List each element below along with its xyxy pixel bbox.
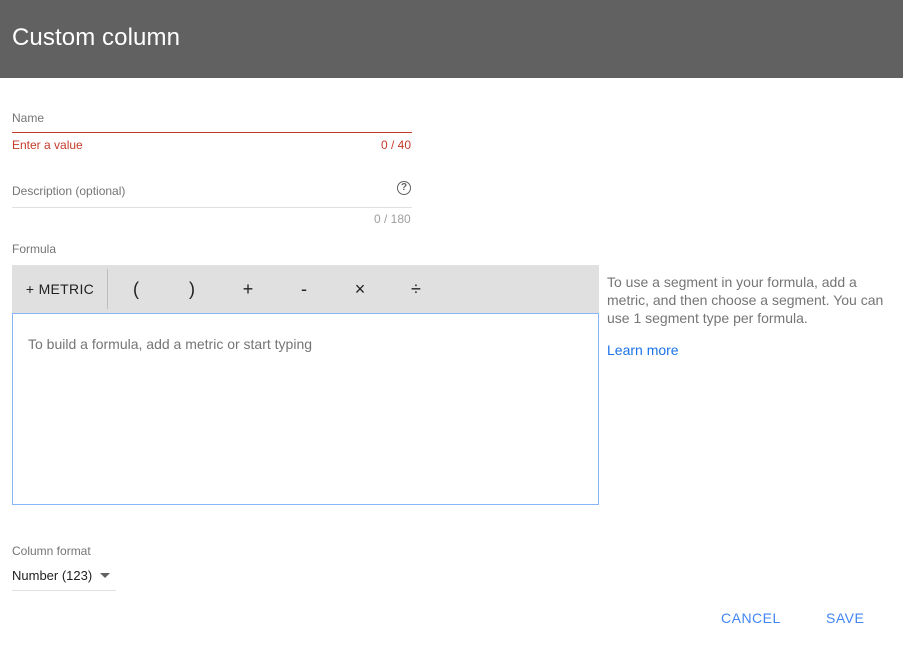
column-format-select[interactable]: Number (123) <box>12 566 116 591</box>
formula-label: Formula <box>12 242 57 256</box>
description-field-underline <box>12 207 412 208</box>
formula-placeholder: To build a formula, add a metric or star… <box>28 336 313 352</box>
dropdown-arrow-icon <box>100 573 110 578</box>
name-field-underline <box>12 132 412 133</box>
dialog-title: Custom column <box>12 24 181 51</box>
name-char-counter: 0 / 40 <box>381 138 412 152</box>
column-format-value: Number (123) <box>12 568 93 583</box>
description-char-counter: 0 / 180 <box>374 212 411 226</box>
save-button[interactable]: SAVE <box>826 610 864 626</box>
name-error-text: Enter a value <box>12 138 83 152</box>
toolbar-divider <box>107 269 108 309</box>
close-paren-button[interactable]: ) <box>172 265 212 313</box>
segment-help-text: To use a segment in your formula, add a … <box>607 274 884 326</box>
divide-button[interactable]: ÷ <box>396 265 436 313</box>
learn-more-link[interactable]: Learn more <box>607 342 679 358</box>
open-paren-button[interactable]: ( <box>116 265 156 313</box>
name-field[interactable]: Name <box>12 111 44 125</box>
minus-button[interactable]: - <box>284 265 324 313</box>
add-metric-button[interactable]: + METRIC <box>12 265 108 313</box>
plus-button[interactable]: + <box>228 265 268 313</box>
multiply-button[interactable]: × <box>340 265 380 313</box>
column-format-label: Column format <box>12 544 91 558</box>
formula-toolbar: + METRIC ( ) + - × ÷ <box>12 265 599 313</box>
formula-input[interactable]: To build a formula, add a metric or star… <box>12 313 599 505</box>
help-circle-icon[interactable]: ? <box>397 181 411 195</box>
description-field[interactable]: Description (optional) <box>12 184 125 198</box>
cancel-button[interactable]: CANCEL <box>721 610 781 626</box>
dialog-header: Custom column <box>0 0 903 78</box>
